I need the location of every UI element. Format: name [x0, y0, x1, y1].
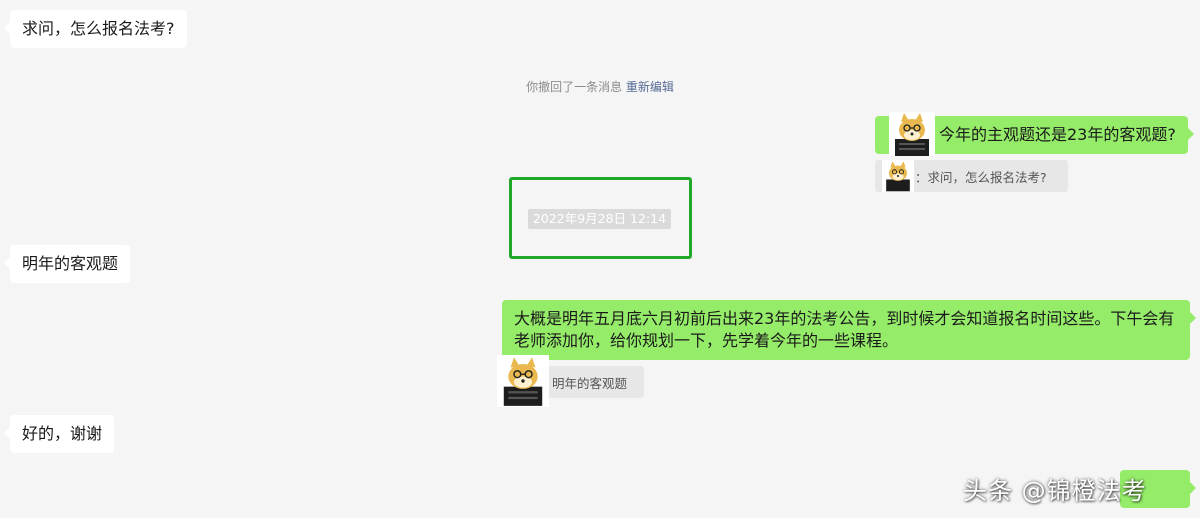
- recall-notice: 你撤回了一条消息 重新编辑: [0, 78, 1200, 95]
- sticker-avatar-icon: [882, 160, 914, 192]
- sticker-avatar-icon: [889, 112, 935, 156]
- message-text: 今年的主观题还是23年的客观题?: [939, 125, 1176, 144]
- quote-text: 明年的客观题: [552, 375, 628, 391]
- timestamp: 2022年9月28日 12:14: [528, 209, 671, 229]
- incoming-message-bubble[interactable]: 明年的客观题: [3, 245, 131, 283]
- message-text: 求问，怎么报名法考?: [22, 19, 175, 38]
- message-text: 好的，谢谢: [22, 424, 103, 443]
- quote-text: ：求问，怎么报名法考?: [915, 169, 1047, 185]
- message-text: 大概是明年五月底六月初前后出来23年的法考公告，到时候才会知道报名时间这些。下午…: [514, 309, 1175, 350]
- message-text: 明年的客观题: [22, 254, 119, 273]
- sticker-avatar-icon: [497, 355, 549, 407]
- incoming-message-bubble[interactable]: 求问，怎么报名法考?: [4, 10, 187, 48]
- watermark: 头条 @锦橙法考: [963, 477, 1147, 505]
- reedit-link[interactable]: 重新编辑: [626, 80, 674, 94]
- outgoing-message-bubble[interactable]: 大概是明年五月底六月初前后出来23年的法考公告，到时候才会知道报名时间这些。下午…: [502, 300, 1196, 360]
- recall-text: 你撤回了一条消息: [526, 80, 623, 94]
- incoming-message-bubble[interactable]: 好的，谢谢: [3, 415, 115, 453]
